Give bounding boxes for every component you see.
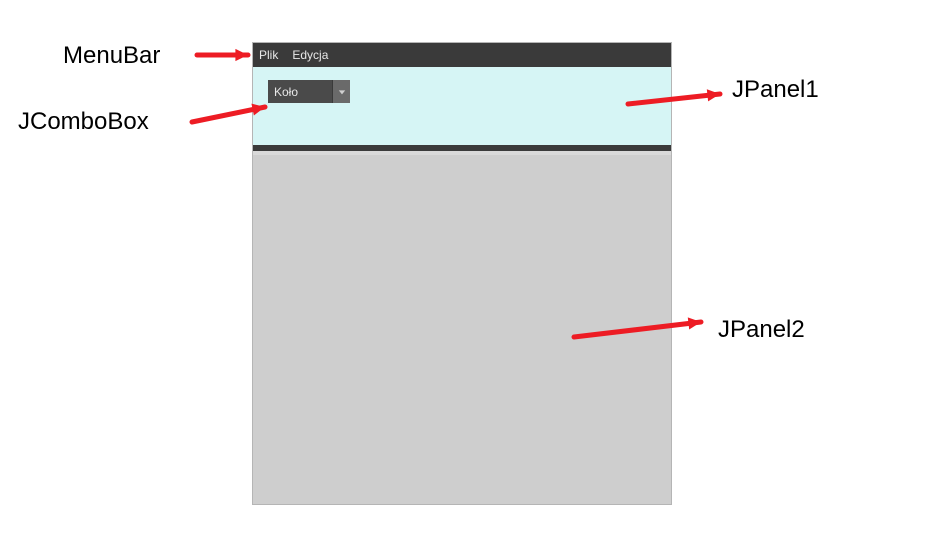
jpanel1: Koło (253, 67, 671, 145)
shape-combobox[interactable]: Koło (268, 80, 350, 103)
chevron-down-icon (332, 80, 350, 103)
annotation-label-jcombobox: JComboBox (18, 108, 149, 136)
menu-item-plik[interactable]: Plik (259, 48, 278, 62)
combobox-selected-label: Koło (268, 80, 332, 103)
annotation-label-jpanel2: JPanel2 (718, 316, 805, 344)
menubar: Plik Edycja (253, 43, 671, 67)
annotation-label-menubar: MenuBar (63, 42, 160, 70)
app-window: Plik Edycja Koło (252, 42, 672, 505)
menu-item-edycja[interactable]: Edycja (292, 48, 328, 62)
annotation-label-jpanel1: JPanel1 (732, 76, 819, 104)
jpanel2 (253, 155, 671, 504)
